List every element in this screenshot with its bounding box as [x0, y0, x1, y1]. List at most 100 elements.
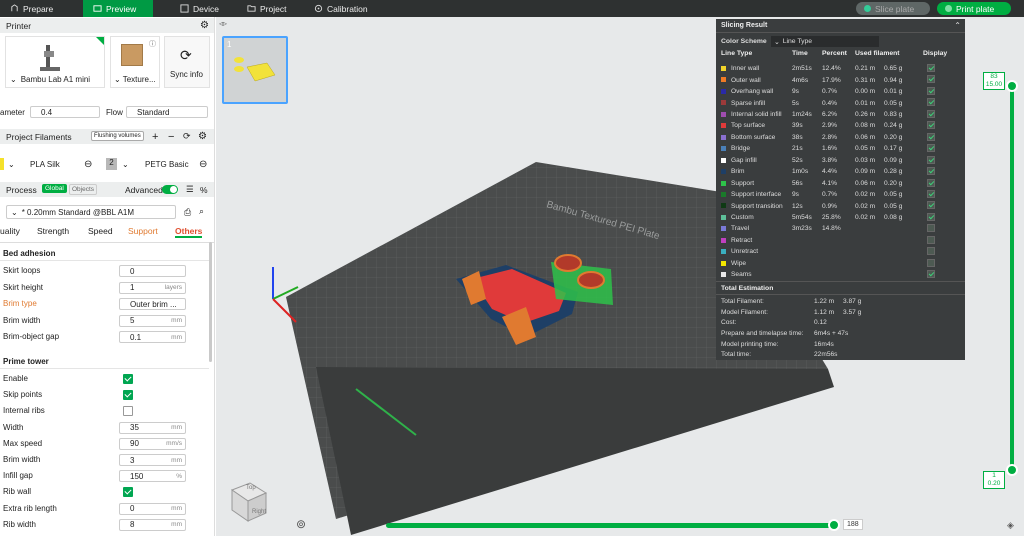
diameter-select[interactable]: 0.4 [30, 106, 100, 118]
display-checkbox[interactable] [927, 109, 935, 118]
setting-input[interactable]: 5 mm [119, 314, 186, 327]
line-type-row[interactable]: Custom 5m54s 25.8% 0.02 m 0.08 g [716, 212, 965, 223]
display-checkbox[interactable] [927, 86, 935, 95]
chevron-down-icon[interactable]: ⌄ [8, 160, 15, 169]
tab-strength[interactable]: Strength [37, 226, 69, 236]
list-icon[interactable]: ☰ [186, 184, 194, 195]
tab-support[interactable]: Support [128, 226, 158, 236]
slice-plate-button[interactable]: Slice plate [856, 2, 930, 15]
sync-filament-icon[interactable]: ⟳ [183, 131, 191, 142]
display-checkbox[interactable] [927, 64, 935, 72]
setting-input[interactable]: 1 layers [119, 281, 186, 294]
line-type-row[interactable]: Inner wall 2m51s 12.4% 0.21 m 0.65 g [716, 63, 965, 74]
plate-selector[interactable]: ⌄ Texture... [114, 75, 156, 84]
filament-number-badge[interactable]: 2 [106, 158, 117, 170]
tab-speed[interactable]: Speed [88, 226, 113, 236]
tab-quality[interactable]: uality [0, 226, 20, 236]
setting-checkbox[interactable] [123, 487, 133, 498]
tab-device[interactable]: Device [170, 0, 229, 17]
move-slider-thumb[interactable] [828, 519, 840, 531]
add-icon[interactable]: + [152, 131, 158, 143]
tab-prepare[interactable]: Prepare [0, 0, 82, 17]
layers-icon[interactable]: ◈ [1007, 520, 1014, 531]
filament-color-swatch[interactable] [0, 158, 4, 170]
line-type-row[interactable]: Seams [716, 269, 965, 280]
setting-input[interactable]: 0 [119, 265, 186, 277]
percent-icon[interactable]: % [200, 185, 208, 195]
line-type-row[interactable]: Outer wall 4m6s 17.9% 0.31 m 0.94 g [716, 74, 965, 85]
layer-bottom-thumb[interactable] [1006, 464, 1018, 476]
filament-name[interactable]: PETG Basic [145, 160, 189, 169]
line-type-row[interactable]: Travel 3m23s 14.8% [716, 223, 965, 234]
setting-checkbox[interactable] [123, 406, 133, 417]
setting-input[interactable]: 8 mm [119, 518, 186, 531]
gear-icon[interactable]: ⚙ [198, 131, 207, 142]
remove-filament-icon[interactable]: ⊖ [84, 159, 92, 170]
line-type-row[interactable]: Brim 1m0s 4.4% 0.09 m 0.28 g [716, 166, 965, 177]
layer-slider-track[interactable] [1010, 87, 1014, 469]
line-type-row[interactable]: Support interface 9s 0.7% 0.02 m 0.05 g [716, 189, 965, 200]
printer-card[interactable]: ⌄ Bambu Lab A1 mini [5, 36, 105, 88]
line-type-row[interactable]: Overhang wall 9s 0.7% 0.00 m 0.01 g [716, 86, 965, 97]
sync-info-button[interactable]: ⟳ Sync info [164, 36, 210, 88]
display-checkbox[interactable] [927, 201, 935, 210]
line-type-row[interactable]: Bridge 21s 1.6% 0.05 m 0.17 g [716, 143, 965, 154]
line-type-row[interactable]: Internal solid infill 1m24s 6.2% 0.26 m 0.83… [716, 109, 965, 120]
line-type-row[interactable]: Support transition 12s 0.9% 0.02 m 0.05 g [716, 200, 965, 211]
setting-input[interactable]: 3 mm [119, 454, 186, 466]
line-type-row[interactable]: Support 56s 4.1% 0.06 m 0.20 g [716, 178, 965, 189]
display-checkbox[interactable] [927, 189, 935, 198]
display-checkbox[interactable] [927, 144, 935, 153]
display-checkbox[interactable] [927, 235, 935, 244]
setting-input[interactable]: 0.1 mm [119, 331, 186, 343]
setting-input[interactable]: 150% [119, 470, 186, 483]
gear-icon[interactable]: ⚙ [200, 20, 209, 31]
printer-selector[interactable]: ⌄ Bambu Lab A1 mini [10, 75, 90, 84]
display-checkbox[interactable] [927, 224, 935, 233]
info-icon[interactable]: ⓘ [149, 39, 156, 49]
move-slider-track[interactable] [386, 523, 836, 528]
color-scheme-select[interactable]: ⌄ Line Type [771, 36, 879, 47]
plate-card[interactable]: ⓘ ⌄ Texture... [110, 36, 160, 88]
setting-input[interactable]: 0 mm [119, 502, 186, 515]
setting-input[interactable]: 90 mm/s [119, 437, 186, 450]
display-checkbox[interactable] [927, 121, 935, 130]
objects-toggle[interactable]: Objects [69, 184, 98, 195]
display-checkbox[interactable] [927, 75, 935, 84]
collapse-icon[interactable]: ⌃ [954, 21, 961, 30]
display-checkbox[interactable] [927, 132, 935, 141]
display-checkbox[interactable] [927, 98, 935, 107]
advanced-toggle[interactable] [162, 185, 178, 194]
process-profile-select[interactable]: ⌄ * 0.20mm Standard @BBL A1M [6, 205, 176, 219]
tab-preview[interactable]: Preview [83, 0, 153, 17]
setting-input[interactable]: Outer brim ... [119, 298, 186, 310]
setting-checkbox[interactable] [123, 374, 133, 384]
line-type-row[interactable]: Bottom surface 38s 2.8% 0.06 m 0.20 g [716, 132, 965, 143]
tab-others[interactable]: Others [175, 226, 203, 238]
display-checkbox[interactable] [927, 167, 935, 176]
line-type-row[interactable]: Retract [716, 235, 965, 246]
setting-input[interactable]: 35 mm [119, 421, 186, 434]
display-checkbox[interactable] [927, 247, 935, 256]
display-checkbox[interactable] [927, 178, 935, 187]
line-type-row[interactable]: Top surface 39s 2.9% 0.08 m 0.24 g [716, 120, 965, 131]
tab-project[interactable]: Project [237, 0, 296, 17]
line-type-row[interactable]: Wipe [716, 258, 965, 269]
display-checkbox[interactable] [927, 258, 935, 267]
flushing-volumes-button[interactable]: Flushing volumes [91, 131, 144, 141]
setting-checkbox[interactable] [123, 390, 133, 401]
save-icon[interactable]: ⎙ [184, 207, 191, 218]
layer-top-thumb[interactable] [1006, 80, 1018, 92]
fit-view-icon[interactable]: ⊚ [296, 517, 306, 531]
line-type-row[interactable]: Sparse infill 5s 0.4% 0.01 m 0.05 g [716, 97, 965, 108]
display-checkbox[interactable] [927, 155, 935, 164]
line-type-row[interactable]: Gap infill 52s 3.8% 0.03 m 0.09 g [716, 155, 965, 166]
line-type-row[interactable]: Unretract [716, 246, 965, 257]
remove-filament-icon[interactable]: ⊖ [199, 159, 207, 170]
display-checkbox[interactable] [927, 270, 935, 279]
view-cube[interactable]: Top Right [222, 475, 272, 525]
remove-icon[interactable]: − [168, 131, 174, 143]
search-icon[interactable]: ⌕ [199, 206, 204, 217]
display-checkbox[interactable] [927, 212, 935, 221]
scrollbar[interactable] [209, 242, 212, 362]
